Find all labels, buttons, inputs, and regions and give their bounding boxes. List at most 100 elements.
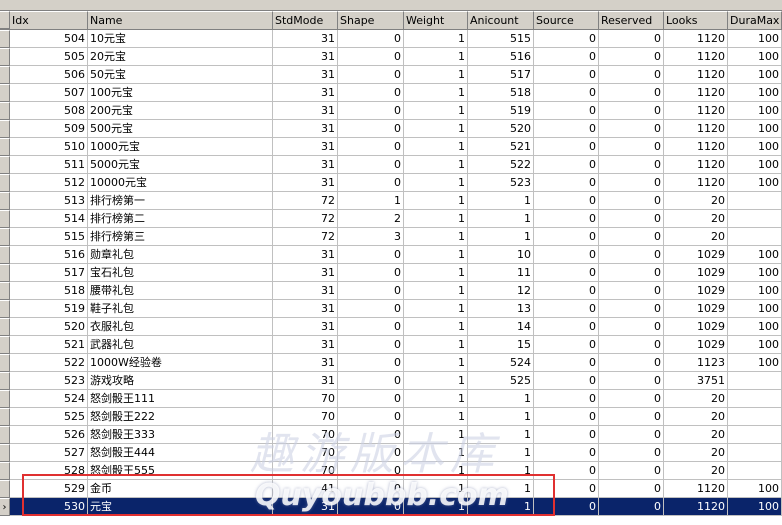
cell-weight[interactable]: 1: [404, 228, 468, 246]
cell-source[interactable]: 0: [534, 246, 599, 264]
cell-stdmode[interactable]: 31: [273, 282, 338, 300]
cell-weight[interactable]: 1: [404, 156, 468, 174]
cell-stdmode[interactable]: 31: [273, 30, 338, 48]
cell-source[interactable]: 0: [534, 66, 599, 84]
cell-reserved[interactable]: 0: [599, 282, 664, 300]
cell-shape[interactable]: 0: [338, 426, 404, 444]
table-row[interactable]: 509 500元宝 31 0 1 520 0 0 1120 100: [0, 120, 782, 138]
row-indicator[interactable]: [0, 300, 10, 318]
cell-idx[interactable]: 519: [10, 300, 88, 318]
cell-anicount[interactable]: 1: [468, 390, 534, 408]
cell-duramax[interactable]: [728, 444, 782, 462]
cell-duramax[interactable]: 100: [728, 282, 782, 300]
cell-reserved[interactable]: 0: [599, 30, 664, 48]
cell-weight[interactable]: 1: [404, 282, 468, 300]
cell-weight[interactable]: 1: [404, 48, 468, 66]
table-row[interactable]: 504 10元宝 31 0 1 515 0 0 1120 100: [0, 30, 782, 48]
cell-weight[interactable]: 1: [404, 138, 468, 156]
cell-stdmode[interactable]: 70: [273, 426, 338, 444]
table-row[interactable]: 513 排行榜第一 72 1 1 1 0 0 20: [0, 192, 782, 210]
cell-idx[interactable]: 515: [10, 228, 88, 246]
cell-duramax[interactable]: 100: [728, 120, 782, 138]
cell-reserved[interactable]: 0: [599, 210, 664, 228]
column-header-looks[interactable]: Looks: [664, 11, 728, 29]
cell-source[interactable]: 0: [534, 390, 599, 408]
cell-source[interactable]: 0: [534, 282, 599, 300]
table-row[interactable]: 522 1000W经验卷 31 0 1 524 0 0 1123 100: [0, 354, 782, 372]
cell-idx[interactable]: 513: [10, 192, 88, 210]
cell-stdmode[interactable]: 41: [273, 480, 338, 498]
cell-stdmode[interactable]: 70: [273, 462, 338, 480]
cell-reserved[interactable]: 0: [599, 192, 664, 210]
cell-shape[interactable]: 3: [338, 228, 404, 246]
cell-duramax[interactable]: 100: [728, 300, 782, 318]
cell-duramax[interactable]: 100: [728, 174, 782, 192]
cell-name[interactable]: 宝石礼包: [88, 264, 273, 282]
cell-stdmode[interactable]: 31: [273, 246, 338, 264]
cell-weight[interactable]: 1: [404, 480, 468, 498]
table-row[interactable]: 525 怒剑骰王222 70 0 1 1 0 0 20: [0, 408, 782, 426]
cell-anicount[interactable]: 518: [468, 84, 534, 102]
cell-source[interactable]: 0: [534, 354, 599, 372]
cell-stdmode[interactable]: 31: [273, 138, 338, 156]
cell-duramax[interactable]: [728, 408, 782, 426]
cell-looks[interactable]: 20: [664, 462, 728, 480]
cell-name[interactable]: 排行榜第二: [88, 210, 273, 228]
cell-source[interactable]: 0: [534, 102, 599, 120]
row-indicator[interactable]: [0, 462, 10, 480]
cell-reserved[interactable]: 0: [599, 336, 664, 354]
column-header-shape[interactable]: Shape: [338, 11, 404, 29]
cell-source[interactable]: 0: [534, 336, 599, 354]
cell-reserved[interactable]: 0: [599, 156, 664, 174]
cell-shape[interactable]: 0: [338, 120, 404, 138]
cell-shape[interactable]: 0: [338, 444, 404, 462]
table-row[interactable]: 505 20元宝 31 0 1 516 0 0 1120 100: [0, 48, 782, 66]
table-row[interactable]: 511 5000元宝 31 0 1 522 0 0 1120 100: [0, 156, 782, 174]
cell-anicount[interactable]: 1: [468, 192, 534, 210]
cell-anicount[interactable]: 521: [468, 138, 534, 156]
cell-stdmode[interactable]: 70: [273, 390, 338, 408]
cell-name[interactable]: 怒剑骰王333: [88, 426, 273, 444]
cell-idx[interactable]: 506: [10, 66, 88, 84]
column-header-reserved[interactable]: Reserved: [599, 11, 664, 29]
cell-duramax[interactable]: 100: [728, 30, 782, 48]
cell-stdmode[interactable]: 31: [273, 300, 338, 318]
cell-looks[interactable]: 1120: [664, 66, 728, 84]
cell-idx[interactable]: 508: [10, 102, 88, 120]
row-indicator[interactable]: [0, 30, 10, 48]
cell-weight[interactable]: 1: [404, 210, 468, 228]
cell-shape[interactable]: 0: [338, 498, 404, 516]
cell-name[interactable]: 1000元宝: [88, 138, 273, 156]
cell-shape[interactable]: 0: [338, 480, 404, 498]
row-indicator[interactable]: [0, 336, 10, 354]
cell-stdmode[interactable]: 31: [273, 156, 338, 174]
cell-weight[interactable]: 1: [404, 174, 468, 192]
cell-source[interactable]: 0: [534, 318, 599, 336]
cell-looks[interactable]: 1029: [664, 282, 728, 300]
cell-duramax[interactable]: 100: [728, 84, 782, 102]
cell-idx[interactable]: 529: [10, 480, 88, 498]
cell-anicount[interactable]: 516: [468, 48, 534, 66]
cell-idx[interactable]: 518: [10, 282, 88, 300]
cell-source[interactable]: 0: [534, 210, 599, 228]
cell-name[interactable]: 500元宝: [88, 120, 273, 138]
cell-idx[interactable]: 504: [10, 30, 88, 48]
cell-looks[interactable]: 1120: [664, 48, 728, 66]
row-indicator[interactable]: [0, 480, 10, 498]
cell-looks[interactable]: 1120: [664, 156, 728, 174]
cell-duramax[interactable]: 100: [728, 318, 782, 336]
cell-stdmode[interactable]: 72: [273, 210, 338, 228]
cell-duramax[interactable]: 100: [728, 498, 782, 516]
cell-shape[interactable]: 0: [338, 156, 404, 174]
cell-looks[interactable]: 20: [664, 444, 728, 462]
cell-anicount[interactable]: 14: [468, 318, 534, 336]
cell-name[interactable]: 衣服礼包: [88, 318, 273, 336]
cell-source[interactable]: 0: [534, 30, 599, 48]
cell-reserved[interactable]: 0: [599, 462, 664, 480]
cell-anicount[interactable]: 1: [468, 462, 534, 480]
cell-anicount[interactable]: 11: [468, 264, 534, 282]
cell-looks[interactable]: 20: [664, 228, 728, 246]
cell-shape[interactable]: 1: [338, 192, 404, 210]
cell-anicount[interactable]: 520: [468, 120, 534, 138]
cell-name[interactable]: 游戏攻略: [88, 372, 273, 390]
